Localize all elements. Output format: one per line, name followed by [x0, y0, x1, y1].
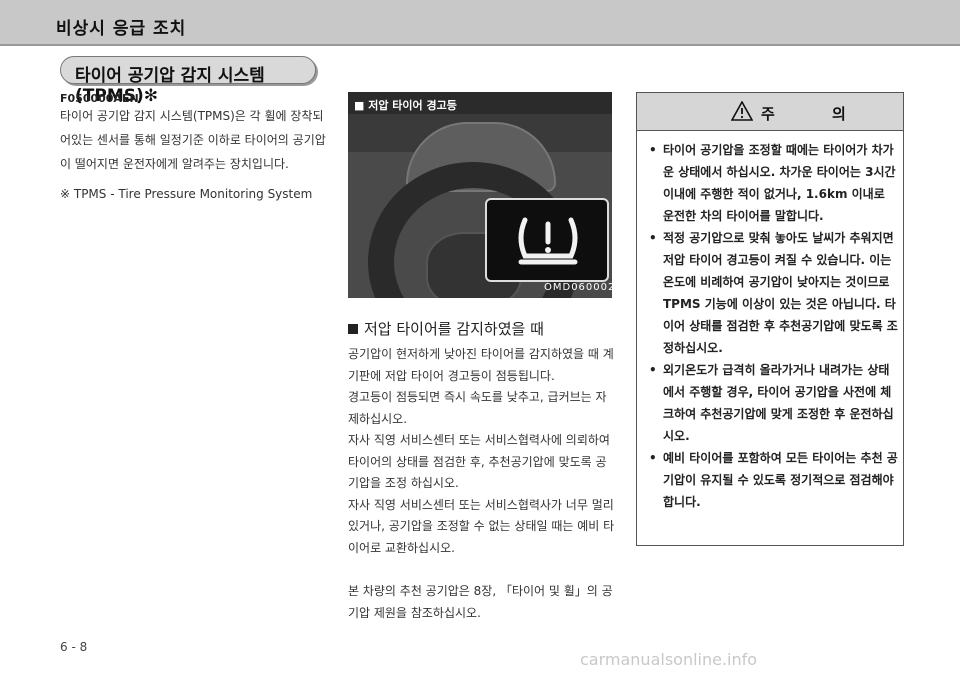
warning-triangle-icon: [731, 101, 753, 121]
low-pressure-heading-text: 저압 타이어를 감지하였을 때: [364, 320, 544, 338]
page-header: 비상시 응급 조치: [0, 0, 960, 44]
tpms-warning-light-callout: [485, 198, 609, 282]
caution-item: 예비 타이어를 포함하여 모든 타이어는 추천 공기압이 유지될 수 있도록 정…: [647, 447, 899, 513]
watermark: carmanualsonline.info: [580, 650, 758, 669]
square-bullet-icon: [348, 324, 358, 334]
tpms-note: ※ TPMS - Tire Pressure Monitoring System: [60, 187, 313, 201]
photo-label: ■ 저압 타이어 경고등: [354, 99, 457, 112]
body-paragraph: 공기압이 현저하게 낮아진 타이어를 감지하였을 때 계기판에 저압 타이어 경…: [348, 347, 614, 383]
caution-title: 주 의: [761, 105, 872, 123]
body-paragraph: 자사 직영 서비스센터 또는 서비스협력사에 의뢰하여 타이어의 상태를 점검한…: [348, 433, 610, 490]
page-number: 6 - 8: [60, 640, 88, 654]
header-divider: [0, 44, 960, 46]
caution-header: 주 의: [637, 93, 903, 131]
section-intro: 타이어 공기압 감지 시스템(TPMS)은 각 휠에 장착되어있는 센서를 통해…: [60, 109, 326, 171]
caution-item: 타이어 공기압을 조정할 때에는 타이어가 차가운 상태에서 하십시오. 차가운…: [647, 139, 899, 227]
section-title-badge: 타이어 공기압 감지 시스템(TPMS)✻: [60, 56, 316, 106]
body-paragraph: 자사 직영 서비스센터 또는 서비스협력사가 너무 멀리 있거나, 공기압을 조…: [348, 497, 615, 555]
low-pressure-heading: 저압 타이어를 감지하였을 때: [348, 318, 544, 339]
dashboard-photo: ■ 저압 타이어 경고등 OMD060002: [348, 92, 612, 298]
photo-label-strip: ■ 저압 타이어 경고등: [348, 92, 612, 114]
caution-item: 외기온도가 급격히 올라가거나 내려가는 상태에서 주행할 경우, 타이어 공기…: [647, 359, 899, 447]
caution-list: 타이어 공기압을 조정할 때에는 타이어가 차가운 상태에서 하십시오. 차가운…: [647, 139, 899, 513]
tpms-warning-icon: [518, 217, 578, 265]
body-paragraph: 경고등이 점등되면 즉시 속도를 낮추고, 급커브는 자제하십시오.: [348, 390, 607, 426]
reference-paragraph: 본 차량의 추천 공기압은 8장, 「타이어 및 휠」의 공기압 제원을 참조하…: [348, 584, 613, 620]
low-pressure-body: 공기압이 현저하게 낮아진 타이어를 감지하였을 때 계기판에 저압 타이어 경…: [348, 344, 616, 624]
caution-item: 적정 공기압으로 맞춰 놓아도 날씨가 추워지면 저압 타이어 경고등이 켜질 …: [647, 227, 899, 359]
photo-id: OMD060002: [544, 282, 612, 293]
chapter-title: 비상시 응급 조치: [56, 19, 187, 39]
caution-box: 주 의 타이어 공기압을 조정할 때에는 타이어가 차가운 상태에서 하십시오.…: [636, 92, 904, 546]
